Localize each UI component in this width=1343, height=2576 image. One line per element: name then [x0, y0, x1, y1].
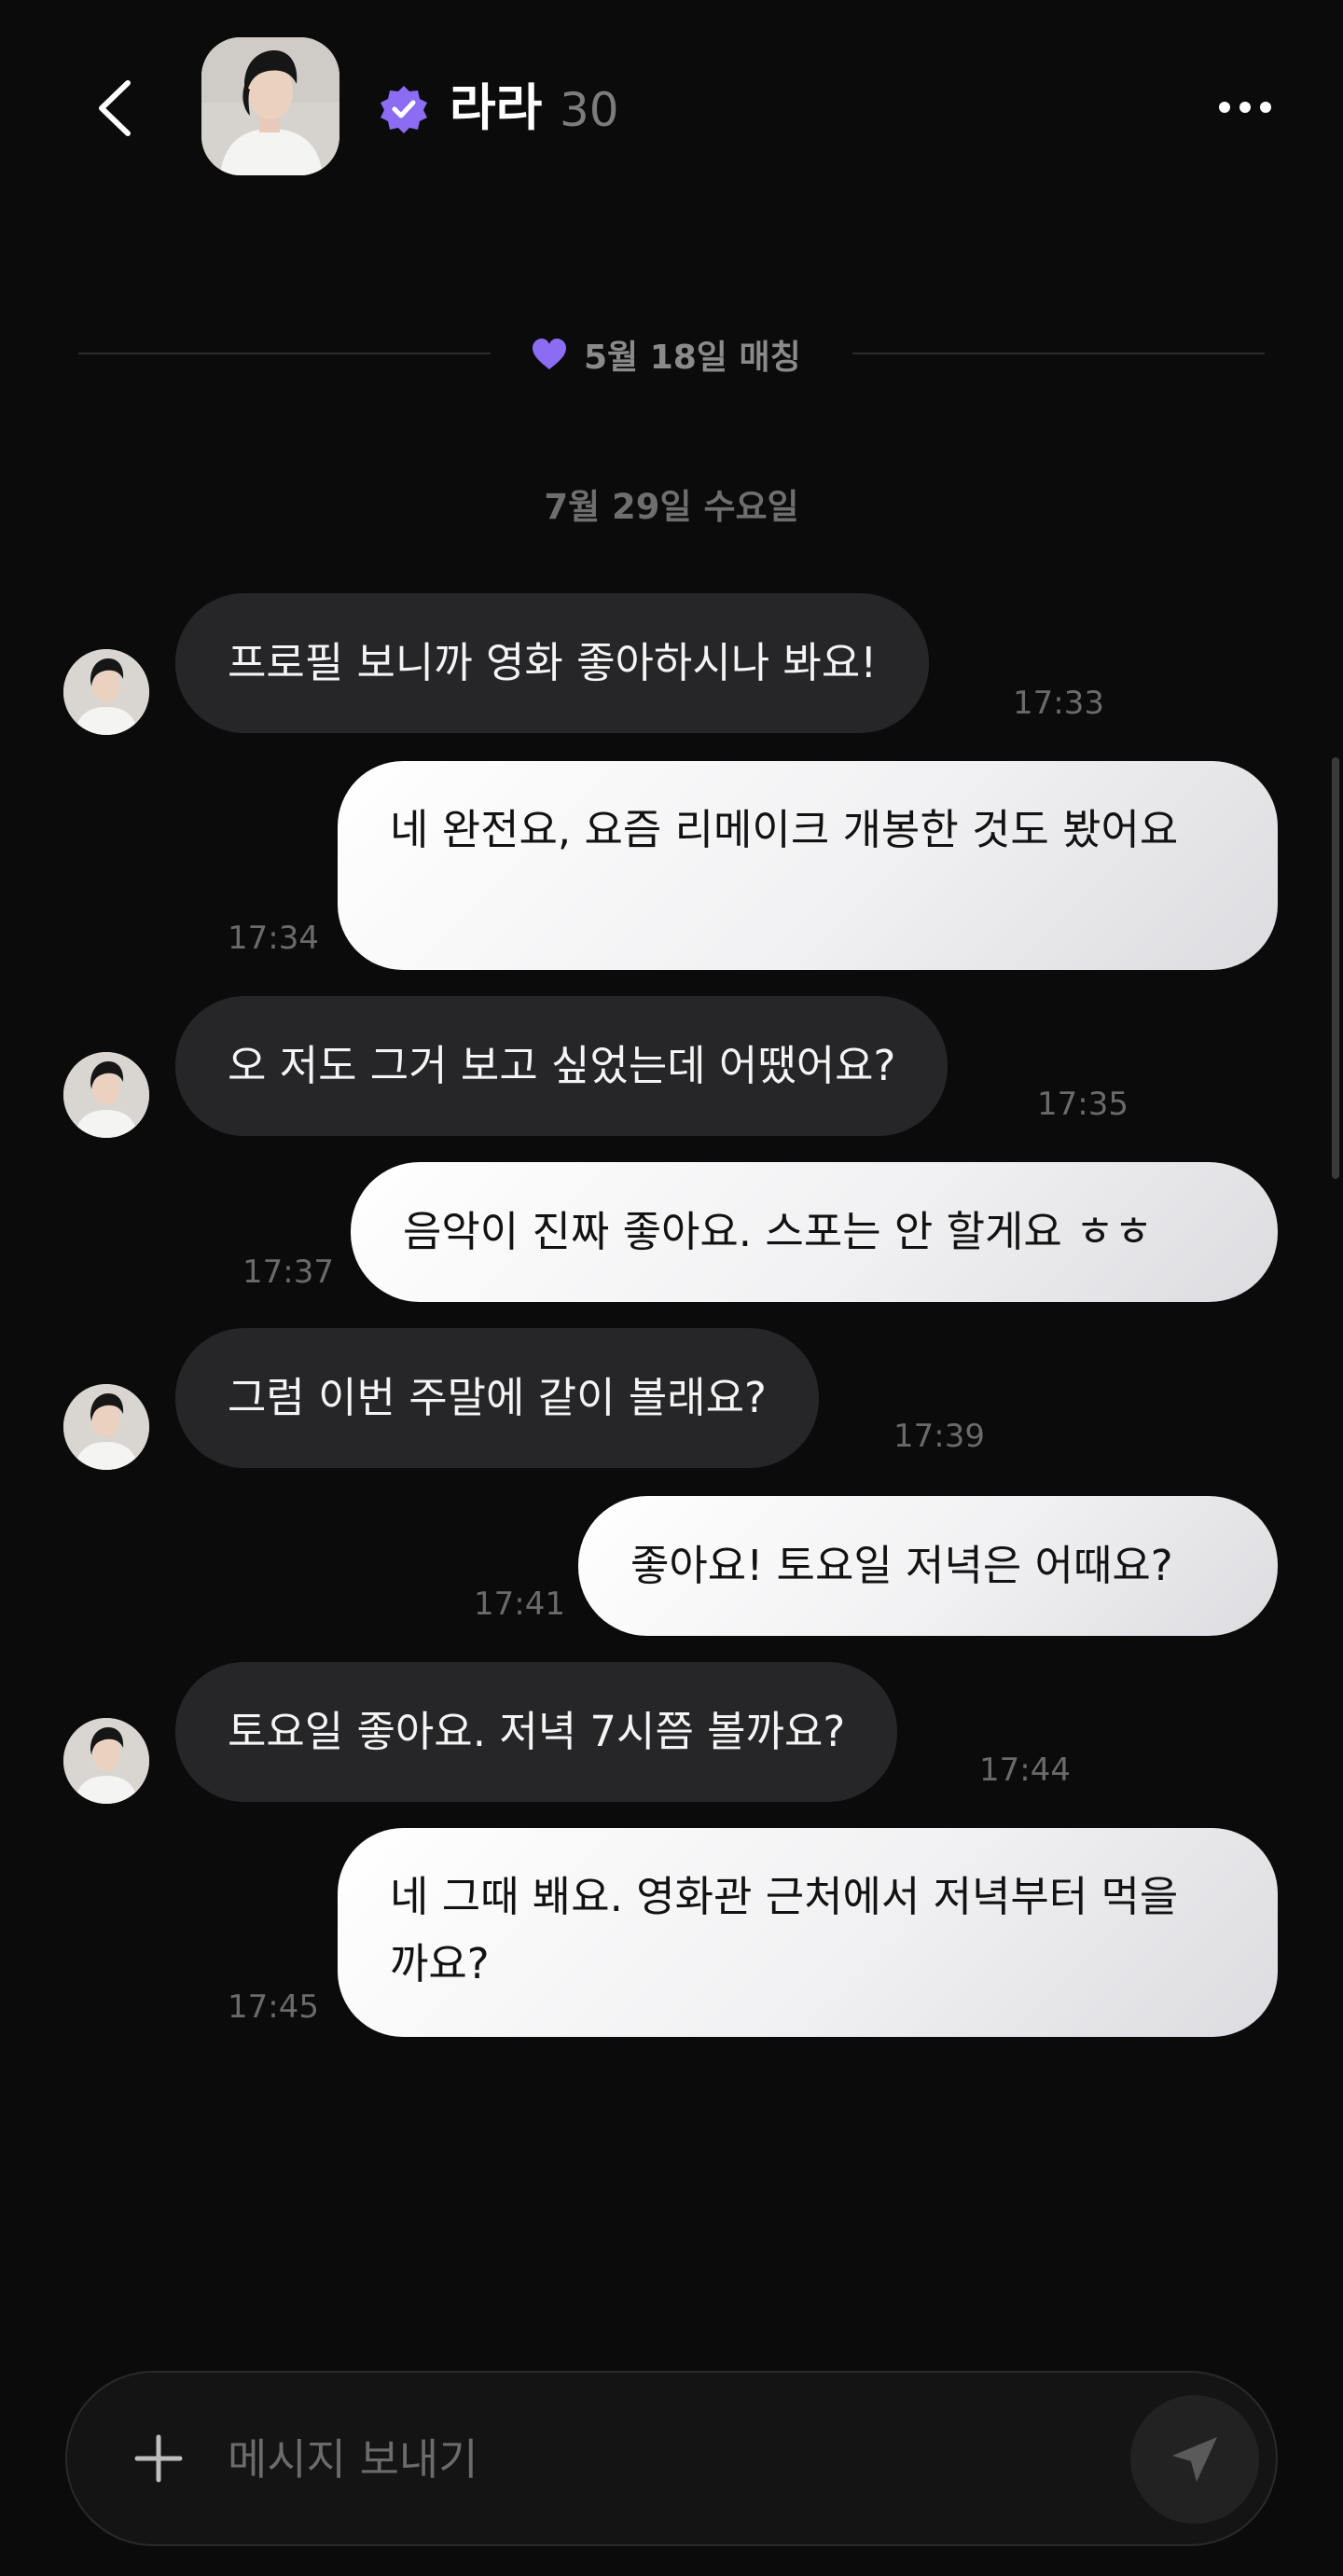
message-timestamp: 17:33 — [1013, 685, 1104, 722]
match-date-label: 5월 18일 매칭 — [532, 328, 801, 381]
message-timestamp: 17:39 — [893, 1418, 985, 1455]
verified-badge-icon — [379, 84, 429, 134]
add-attachment-button[interactable] — [114, 2414, 203, 2503]
profile-avatar[interactable] — [201, 37, 339, 175]
message-bubble-incoming[interactable]: 오 저도 그거 보고 싶었는데 어땠어요? — [175, 996, 948, 1136]
sender-avatar[interactable] — [63, 1384, 149, 1470]
more-horizontal-icon — [1219, 102, 1230, 113]
message-bubble-outgoing[interactable]: 네 그때 봬요. 영화관 근처에서 저녁부터 먹을까요? — [338, 1828, 1278, 2037]
sender-photo — [63, 1718, 149, 1804]
chat-header: 라라 30 — [0, 0, 1343, 215]
message-bubble-incoming[interactable]: 그럼 이번 주말에 같이 볼래요? — [175, 1328, 819, 1468]
message-bubble-outgoing[interactable]: 좋아요! 토요일 저녁은 어때요? — [578, 1496, 1278, 1636]
more-options-button[interactable] — [1203, 84, 1287, 131]
sender-avatar[interactable] — [63, 1052, 149, 1138]
scrollbar[interactable] — [1332, 757, 1339, 1179]
sender-photo — [63, 649, 149, 735]
profile-photo — [201, 37, 339, 175]
message-timestamp: 17:34 — [228, 920, 319, 957]
sender-avatar[interactable] — [63, 1718, 149, 1804]
message-timestamp: 17:45 — [228, 1988, 319, 2026]
heart-icon — [533, 339, 566, 369]
message-composer — [65, 2371, 1278, 2546]
send-button[interactable] — [1130, 2395, 1259, 2524]
message-bubble-incoming[interactable]: 프로필 보니까 영화 좋아하시나 봐요! — [175, 593, 930, 733]
back-button[interactable] — [82, 71, 147, 145]
message-bubble-incoming[interactable]: 토요일 좋아요. 저녁 7시쯤 볼까요? — [175, 1662, 898, 1802]
sender-photo — [63, 1052, 149, 1138]
sender-photo — [63, 1384, 149, 1470]
more-horizontal-icon — [1260, 102, 1271, 113]
message-timestamp: 17:35 — [1037, 1086, 1128, 1123]
sender-avatar[interactable] — [63, 649, 149, 735]
message-bubble-outgoing[interactable]: 음악이 진짜 좋아요. 스포는 안 할게요 ㅎㅎ — [351, 1162, 1278, 1302]
message-timestamp: 17:44 — [979, 1752, 1071, 1789]
profile-age: 30 — [560, 83, 619, 137]
send-icon — [1172, 2437, 1217, 2482]
chevron-left-icon — [99, 80, 131, 136]
plus-icon — [134, 2434, 183, 2483]
date-separator: 7월 29일 수요일 — [544, 487, 799, 527]
message-input[interactable] — [226, 2416, 994, 2503]
divider-line — [78, 353, 491, 354]
divider-line — [852, 353, 1265, 354]
profile-name: 라라 — [450, 78, 543, 137]
message-timestamp: 17:41 — [474, 1586, 565, 1623]
message-timestamp: 17:37 — [242, 1253, 334, 1291]
more-horizontal-icon — [1239, 102, 1251, 113]
message-bubble-outgoing[interactable]: 네 완전요, 요즘 리메이크 개봉한 것도 봤어요 — [338, 761, 1278, 970]
match-date-text: 5월 18일 매칭 — [584, 339, 801, 377]
